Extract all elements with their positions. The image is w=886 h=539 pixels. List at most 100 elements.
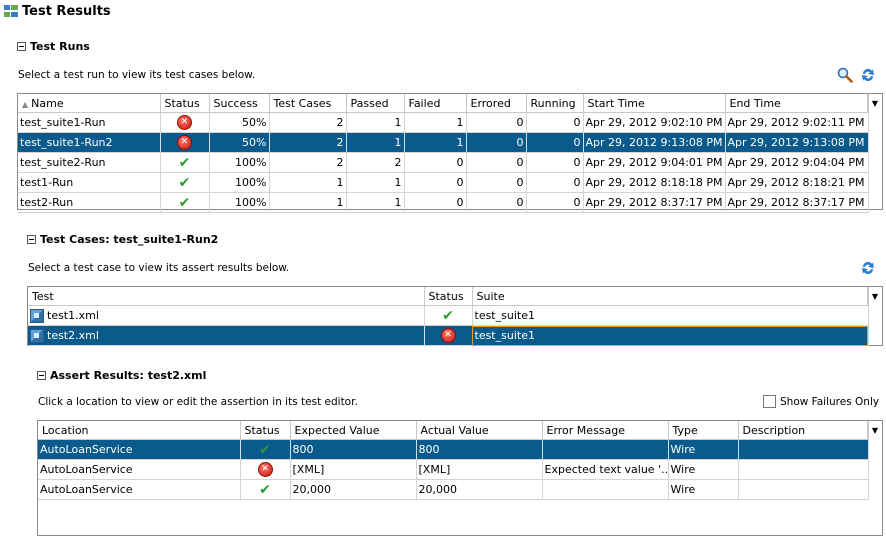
assert-results-title: Assert Results: test2.xml [50, 369, 207, 382]
status-cell: ✔ [240, 479, 291, 500]
table-cell: Wire [668, 479, 739, 500]
column-header-type[interactable]: Type [668, 421, 739, 440]
test-runs-description: Select a test run to view its test cases… [18, 69, 256, 81]
column-menu-button[interactable]: ▼ [867, 421, 882, 439]
table-cell: 0 [404, 172, 467, 193]
table-row[interactable]: test2-Run ✔ 100% 1 1 0 0 0 Apr 29, 2012 8:37:17 … [18, 192, 869, 213]
test-cases-header[interactable]: Test Cases: test_suite1-Run2 [27, 233, 218, 246]
column-header-errored[interactable]: Errored [466, 94, 527, 113]
table-cell: 0 [526, 152, 584, 173]
refresh-icon [862, 69, 874, 81]
table-cell: 0 [526, 192, 584, 213]
search-button[interactable] [836, 66, 854, 84]
column-header-running[interactable]: Running [526, 94, 584, 113]
column-header-end-time[interactable]: End Time [725, 94, 869, 113]
table-cell: Expected text value '... [542, 459, 669, 480]
column-header-test[interactable]: Test [28, 287, 425, 306]
table-row[interactable]: AutoLoanService ✕ [XML] [XML] Expected text … [38, 459, 869, 480]
status-cell: ✕ [424, 325, 473, 346]
table-cell: 1 [404, 132, 467, 153]
table-cell: 2 [269, 132, 347, 153]
table-cell: 800 [290, 439, 417, 460]
show-failures-only-toggle[interactable]: Show Failures Only [763, 395, 879, 408]
table-row[interactable]: AutoLoanService ✔ 20,000 20,000 Wire [38, 479, 869, 500]
table-cell: 0 [466, 192, 527, 213]
table-row[interactable]: test1-Run ✔ 100% 1 1 0 0 0 Apr 29, 2012 8:18:18 … [18, 172, 869, 193]
table-cell: Apr 29, 2012 8:37:17 PM [725, 192, 869, 213]
table-cell: 0 [404, 192, 467, 213]
column-header-suite[interactable]: Suite [472, 287, 869, 306]
assert-results-header[interactable]: Assert Results: test2.xml [37, 369, 206, 382]
assert-results-description: Click a location to view or edit the ass… [38, 396, 358, 408]
checkmark-icon: ✔ [442, 307, 454, 324]
collapse-icon[interactable] [37, 371, 46, 380]
table-cell: test_suite1-Run [18, 112, 161, 133]
table-cell: [XML] [290, 459, 417, 480]
status-cell: ✔ [160, 152, 210, 173]
table-row[interactable]: test1.xml ✔ test_suite1 [28, 305, 869, 326]
table-row[interactable]: test_suite1-Run ✕ 50% 2 1 1 0 0 Apr 29, 2012 9:0… [18, 112, 869, 133]
table-cell: Apr 29, 2012 9:13:08 PM [583, 132, 726, 153]
table-cell [542, 439, 669, 460]
table-cell: 0 [526, 172, 584, 193]
collapse-icon[interactable] [27, 235, 36, 244]
column-menu-button[interactable]: ▼ [867, 287, 882, 305]
assert-results-table[interactable]: Location Status Expected Value Actual Va… [37, 420, 883, 536]
table-cell: AutoLoanService [38, 459, 241, 480]
test-cases-table[interactable]: Test Status Suite test1.xml ✔ test_suite1 t… [27, 286, 883, 346]
column-header-location[interactable]: Location [38, 421, 241, 440]
refresh-runs-button[interactable] [859, 66, 877, 84]
table-cell: Apr 29, 2012 8:18:21 PM [725, 172, 869, 193]
table-cell [738, 439, 869, 460]
column-header-status[interactable]: Status [240, 421, 291, 440]
column-header-status[interactable]: Status [160, 94, 210, 113]
test-runs-table[interactable]: ▲ Name Status Success Test Cases Passed F… [17, 93, 883, 213]
table-cell: Apr 29, 2012 9:04:04 PM [725, 152, 869, 173]
table-row[interactable]: test2.xml ✕ test_suite1 [28, 325, 869, 346]
status-cell: ✔ [424, 305, 473, 326]
table-cell: Apr 29, 2012 8:18:18 PM [583, 172, 726, 193]
column-menu-button[interactable]: ▼ [867, 94, 882, 112]
table-row[interactable]: test_suite1-Run2 ✕ 50% 2 1 1 0 0 Apr 29, 2012 9:… [18, 132, 869, 153]
checkmark-icon: ✔ [178, 194, 191, 211]
table-row[interactable]: AutoLoanService ✔ 800 800 Wire [38, 439, 869, 460]
table-cell: 100% [209, 172, 270, 193]
collapse-icon[interactable] [17, 42, 26, 51]
table-cell: 0 [466, 112, 527, 133]
column-header-test-cases[interactable]: Test Cases [269, 94, 347, 113]
table-cell: test_suite1 [472, 325, 869, 346]
table-cell: test_suite2-Run [18, 152, 161, 173]
table-cell: 1 [404, 112, 467, 133]
column-header-actual-value[interactable]: Actual Value [416, 421, 543, 440]
table-cell: 0 [466, 172, 527, 193]
table-cell: 0 [466, 152, 527, 173]
table-cell: 20,000 [416, 479, 543, 500]
table-cell: 1 [346, 112, 405, 133]
checkmark-icon: ✔ [259, 481, 271, 498]
status-cell: ✕ [240, 459, 291, 480]
xml-test-file-icon [30, 328, 44, 343]
test-runs-title: Test Runs [30, 40, 90, 53]
error-icon: ✕ [257, 462, 273, 477]
checkmark-icon: ✔ [178, 154, 191, 171]
column-header-status[interactable]: Status [424, 287, 473, 306]
test-runs-header[interactable]: Test Runs [17, 40, 90, 53]
table-cell: 0 [404, 152, 467, 173]
column-header-description[interactable]: Description [738, 421, 869, 440]
table-cell [542, 479, 669, 500]
show-failures-only-checkbox[interactable] [763, 395, 776, 408]
column-header-error-message[interactable]: Error Message [542, 421, 669, 440]
column-header-name[interactable]: ▲ Name [18, 94, 161, 113]
column-header-passed[interactable]: Passed [346, 94, 405, 113]
show-failures-only-label: Show Failures Only [780, 395, 880, 408]
column-header-failed[interactable]: Failed [404, 94, 467, 113]
test-cases-title: Test Cases: test_suite1-Run2 [40, 233, 219, 246]
table-row[interactable]: test_suite2-Run ✔ 100% 2 2 0 0 0 Apr 29, 2012 9:… [18, 152, 869, 173]
column-header-success[interactable]: Success [209, 94, 270, 113]
status-cell: ✕ [160, 132, 210, 153]
column-header-expected-value[interactable]: Expected Value [290, 421, 417, 440]
column-header-start-time[interactable]: Start Time [583, 94, 726, 113]
refresh-cases-button[interactable] [859, 259, 877, 277]
table-cell: 50% [209, 112, 270, 133]
table-cell [738, 479, 869, 500]
